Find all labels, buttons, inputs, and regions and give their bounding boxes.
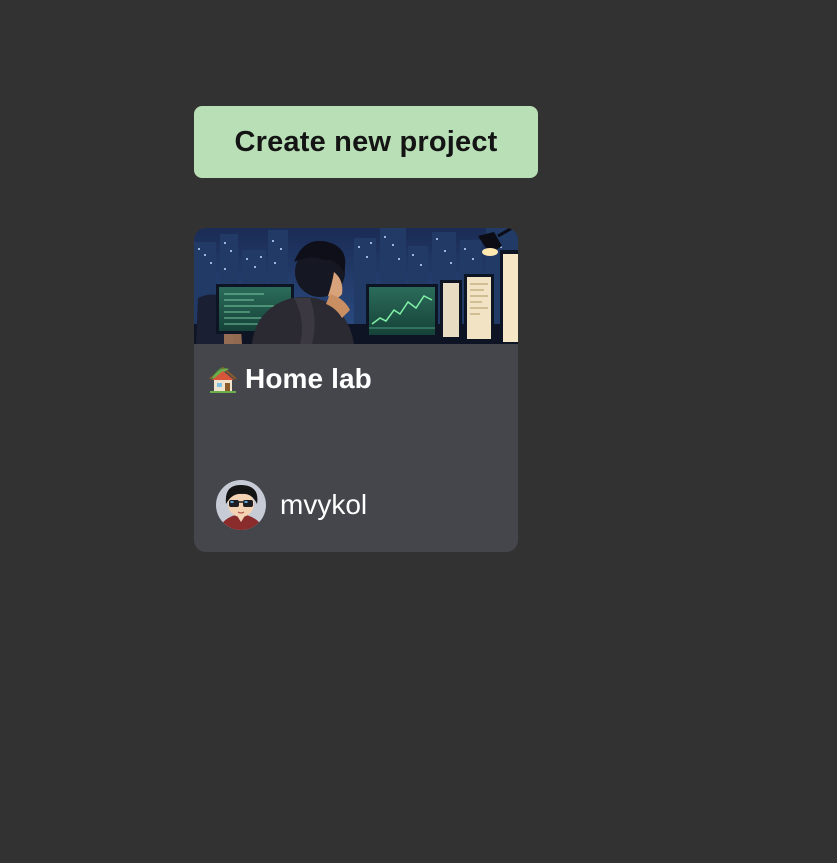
create-new-project-button[interactable]: Create new project: [194, 106, 538, 178]
project-title: Home lab: [245, 363, 372, 394]
project-banner-image: [194, 228, 518, 344]
project-owner[interactable]: mvykol: [216, 480, 367, 530]
projects-page: Create new project Home lab mvykol: [0, 0, 837, 863]
project-card[interactable]: Home lab mvykol: [194, 228, 518, 552]
project-title-row: Home lab: [207, 361, 372, 397]
owner-username: mvykol: [280, 489, 368, 520]
house-emoji-icon: [209, 366, 237, 393]
avatar: [216, 480, 266, 530]
